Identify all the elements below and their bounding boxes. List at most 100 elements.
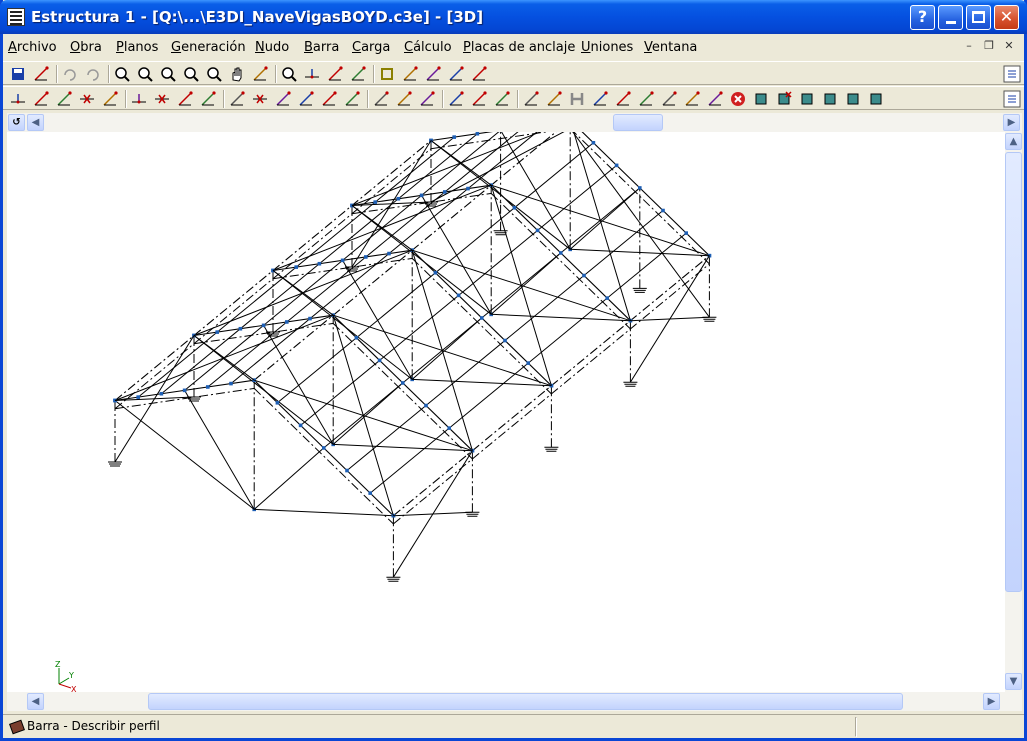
lateral-icon[interactable] — [343, 90, 361, 108]
structure-node — [298, 423, 303, 428]
error-icon[interactable] — [729, 90, 747, 108]
top-scrollbar[interactable]: ↺ ◀ ▶ — [7, 113, 1022, 132]
load-icon[interactable] — [418, 90, 436, 108]
plate-icon[interactable] — [752, 90, 770, 108]
rotate-icon[interactable]: ↺ — [8, 114, 25, 131]
plate-edit-icon[interactable] — [798, 90, 816, 108]
menu-bar: Archivo Obra Planos Generación Nudo Barr… — [3, 34, 1024, 60]
plate-info-icon[interactable] — [844, 90, 862, 108]
mdi-close-button[interactable]: ✕ — [1001, 39, 1017, 54]
deflection-icon[interactable] — [320, 90, 338, 108]
mdi-restore-button[interactable]: ❐ — [981, 39, 997, 54]
plate-delete-icon[interactable] — [775, 90, 793, 108]
close-button[interactable]: ✕ — [994, 5, 1019, 30]
scroll-right-icon[interactable]: ▶ — [1003, 114, 1020, 131]
structure-3d-drawing[interactable] — [7, 132, 1005, 692]
bottom-scrollbar[interactable]: ◀ ▶ — [7, 692, 1022, 711]
dimension-icon[interactable] — [349, 65, 367, 83]
check-disabled-icon[interactable] — [706, 90, 724, 108]
scroll-down-right-icon[interactable]: ▼ — [1005, 673, 1022, 690]
3d-viewport[interactable] — [7, 132, 1005, 692]
h-profile-icon[interactable] — [568, 90, 586, 108]
frame-icon[interactable] — [522, 90, 540, 108]
menu-calculo[interactable]: Cálculo — [404, 40, 452, 55]
minimize-button[interactable] — [938, 5, 963, 30]
tools-icon[interactable] — [470, 65, 488, 83]
toolbar-options-icon[interactable] — [1003, 65, 1021, 83]
pan-hand-icon[interactable] — [228, 65, 246, 83]
app-icon[interactable] — [7, 8, 25, 26]
describe-bar-icon[interactable] — [176, 90, 194, 108]
undo-icon[interactable] — [61, 65, 79, 83]
plate-view-icon[interactable] — [867, 90, 885, 108]
buckling-icon[interactable] — [297, 90, 315, 108]
joint-icon[interactable] — [614, 90, 632, 108]
menu-nudo[interactable]: Nudo — [255, 40, 289, 55]
scroll-up-right-icon[interactable]: ▲ — [1005, 133, 1022, 150]
describe-bar-2-icon[interactable] — [199, 90, 217, 108]
check-icon[interactable] — [493, 90, 511, 108]
binoculars-icon[interactable] — [280, 65, 298, 83]
menu-obra[interactable]: Obra — [70, 40, 102, 55]
grid-icon[interactable] — [401, 65, 419, 83]
structure-bar — [332, 315, 394, 516]
structure-bar — [332, 323, 473, 460]
remove-node-icon[interactable] — [153, 90, 171, 108]
visibility-icon[interactable] — [101, 90, 119, 108]
zoom-window-icon[interactable] — [159, 65, 177, 83]
delete-bar-icon[interactable] — [251, 90, 269, 108]
menu-carga[interactable]: Carga — [352, 40, 390, 55]
node-axes-icon[interactable] — [303, 65, 321, 83]
menu-placas-de-anclaje[interactable]: Placas de anclaje — [463, 40, 575, 55]
square-icon[interactable] — [378, 65, 396, 83]
joint-2-icon[interactable] — [637, 90, 655, 108]
scroll-right-bottom-icon[interactable]: ▶ — [983, 693, 1000, 710]
menu-barra[interactable]: Barra — [304, 40, 339, 55]
redo-icon[interactable] — [84, 65, 102, 83]
zoom-out-icon[interactable] — [205, 65, 223, 83]
mdi-minimize-button[interactable]: – — [961, 39, 977, 54]
render-icon[interactable] — [424, 65, 442, 83]
new-node-icon[interactable] — [9, 90, 27, 108]
view-options-icon[interactable] — [1003, 90, 1021, 108]
scroll-left-icon[interactable]: ◀ — [27, 114, 44, 131]
truss-icon[interactable] — [545, 90, 563, 108]
load-2-icon[interactable] — [447, 90, 465, 108]
help-button[interactable]: ? — [910, 5, 935, 30]
maximize-button[interactable] — [966, 5, 991, 30]
menu-generacion[interactable]: Generación — [171, 40, 246, 55]
right-scrollbar[interactable]: ▲ ▼ — [1005, 132, 1022, 692]
top-scroll-thumb[interactable] — [613, 114, 663, 131]
report-icon[interactable] — [683, 90, 701, 108]
dimension-bar-icon[interactable] — [32, 90, 50, 108]
structure-bar — [333, 443, 473, 452]
menu-planos[interactable]: Planos — [116, 40, 158, 55]
export-icon[interactable] — [32, 65, 50, 83]
bottom-scroll-thumb[interactable] — [148, 693, 903, 710]
menu-uniones[interactable]: Uniones — [581, 40, 633, 55]
menu-archivo[interactable]: Archivo — [8, 40, 57, 55]
bar-profile-icon[interactable] — [274, 90, 292, 108]
support-icon[interactable] — [326, 65, 344, 83]
title-bar[interactable]: Estructura 1 - [Q:\...\E3DI_NaveVigasBOY… — [0, 0, 1027, 34]
structure-node — [424, 403, 428, 408]
ruler-icon[interactable] — [447, 65, 465, 83]
select-icon[interactable] — [55, 90, 73, 108]
add-node-icon[interactable] — [130, 90, 148, 108]
scroll-left-bottom-icon[interactable]: ◀ — [27, 693, 44, 710]
bar-group-icon[interactable] — [395, 90, 413, 108]
split-bar-icon[interactable] — [228, 90, 246, 108]
load-3-icon[interactable] — [470, 90, 488, 108]
weld-icon[interactable] — [591, 90, 609, 108]
zoom-select-icon[interactable] — [113, 65, 131, 83]
zoom-in-icon[interactable] — [182, 65, 200, 83]
beam-icon[interactable] — [372, 90, 390, 108]
right-scroll-thumb[interactable] — [1005, 152, 1022, 592]
zoom-all-icon[interactable] — [136, 65, 154, 83]
delete-node-icon[interactable] — [78, 90, 96, 108]
view-icon[interactable] — [251, 65, 269, 83]
save-icon[interactable] — [9, 65, 27, 83]
menu-ventana[interactable]: Ventana — [644, 40, 697, 55]
bolt-icon[interactable] — [660, 90, 678, 108]
plate-copy-icon[interactable] — [821, 90, 839, 108]
